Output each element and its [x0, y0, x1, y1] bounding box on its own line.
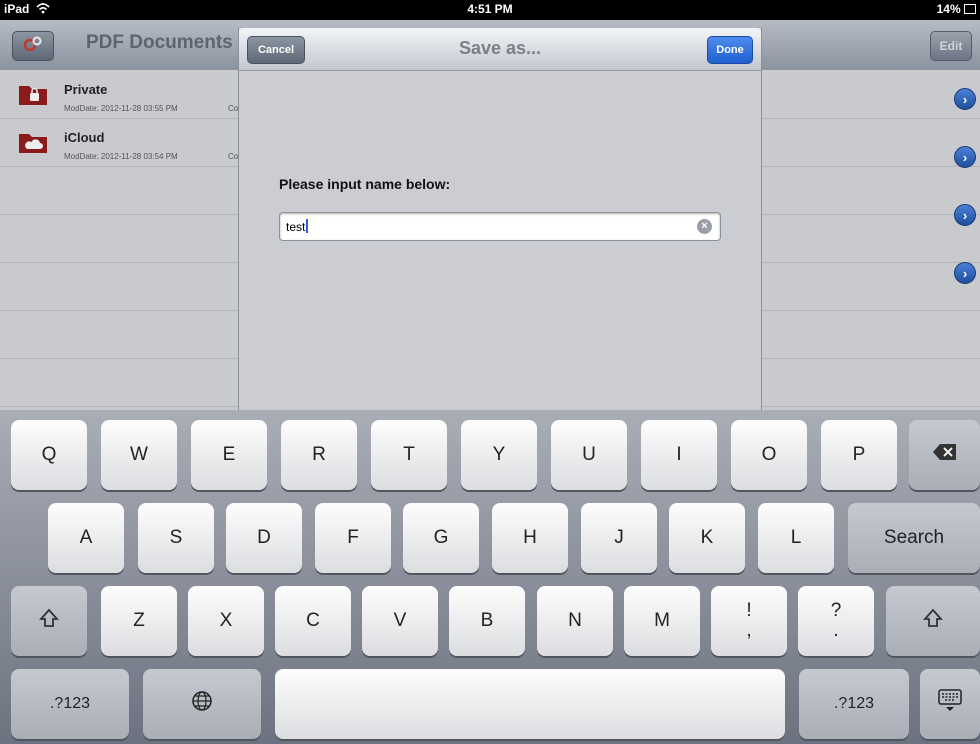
dialog-toolbar: Cancel Save as... Done: [239, 28, 761, 71]
key-k[interactable]: K: [669, 503, 745, 573]
edit-button[interactable]: Edit: [930, 31, 972, 61]
item-date: ModDate: 2012-11-28 03:55 PM: [64, 104, 178, 113]
backspace-key[interactable]: [909, 420, 980, 490]
key-x[interactable]: X: [188, 586, 264, 656]
key-v[interactable]: V: [362, 586, 438, 656]
key-z[interactable]: Z: [101, 586, 177, 656]
key-w[interactable]: W: [101, 420, 177, 490]
save-as-dialog: Cancel Save as... Done Please input name…: [238, 28, 762, 410]
shift-arrow-icon: [922, 608, 944, 634]
gears-icon: [22, 35, 44, 58]
battery-icon: [964, 4, 976, 14]
cloud-folder-icon: [18, 130, 48, 154]
item-extra: Co: [228, 152, 239, 161]
item-name: Private: [64, 82, 108, 97]
battery-percent: 14%: [936, 2, 961, 16]
key-c[interactable]: C: [275, 586, 351, 656]
key-d[interactable]: D: [226, 503, 302, 573]
key-bottom-char: .: [833, 620, 839, 641]
done-button[interactable]: Done: [707, 36, 753, 64]
item-name: iCloud: [64, 130, 105, 145]
key-e[interactable]: E: [191, 420, 267, 490]
key-h[interactable]: H: [492, 503, 568, 573]
key-t[interactable]: T: [371, 420, 447, 490]
globe-key[interactable]: [143, 669, 261, 739]
key-o[interactable]: O: [731, 420, 807, 490]
shift-arrow-icon: [38, 608, 60, 634]
shift-key-right[interactable]: [886, 586, 980, 656]
backspace-icon: [932, 443, 958, 467]
battery-indicator: 14%: [937, 2, 976, 16]
key-m[interactable]: M: [624, 586, 700, 656]
disclosure-arrow-icon[interactable]: ›: [954, 88, 976, 110]
filename-input[interactable]: test ×: [279, 212, 721, 241]
key-exclamation-comma[interactable]: ! ,: [711, 586, 787, 656]
disclosure-arrow-icon[interactable]: ›: [954, 262, 976, 284]
key-j[interactable]: J: [581, 503, 657, 573]
disclosure-arrow-icon[interactable]: ›: [954, 146, 976, 168]
key-a[interactable]: A: [48, 503, 124, 573]
text-caret: [306, 219, 309, 233]
key-s[interactable]: S: [138, 503, 214, 573]
key-b[interactable]: B: [449, 586, 525, 656]
key-g[interactable]: G: [403, 503, 479, 573]
numbers-key-left[interactable]: .?123: [11, 669, 129, 739]
key-n[interactable]: N: [537, 586, 613, 656]
dismiss-keyboard-key[interactable]: [920, 669, 980, 739]
clock: 4:51 PM: [467, 2, 513, 16]
item-date: ModDate: 2012-11-28 03:54 PM: [64, 152, 178, 161]
dialog-title: Save as...: [458, 38, 542, 58]
status-bar: iPad 4:51 PM 14%: [0, 0, 980, 20]
key-l[interactable]: L: [758, 503, 834, 573]
item-extra: Co: [228, 104, 239, 113]
space-bar[interactable]: [275, 669, 785, 739]
key-f[interactable]: F: [315, 503, 391, 573]
key-q[interactable]: Q: [11, 420, 87, 490]
key-r[interactable]: R: [281, 420, 357, 490]
globe-icon: [191, 690, 213, 718]
name-prompt-label: Please input name below:: [279, 176, 451, 192]
disclosure-arrow-icon[interactable]: ›: [954, 204, 976, 226]
numbers-key-right[interactable]: .?123: [799, 669, 909, 739]
clear-text-icon[interactable]: ×: [697, 219, 712, 234]
keyboard-dismiss-icon: [937, 688, 963, 720]
key-top-char: ?: [830, 600, 842, 621]
key-top-char: !: [746, 600, 752, 621]
page-title: PDF Documents: [86, 32, 233, 53]
key-y[interactable]: Y: [461, 420, 537, 490]
key-question-period[interactable]: ? .: [798, 586, 874, 656]
key-p[interactable]: P: [821, 420, 897, 490]
filename-input-value: test: [286, 220, 306, 234]
settings-button[interactable]: [12, 31, 54, 61]
key-u[interactable]: U: [551, 420, 627, 490]
search-key[interactable]: Search: [848, 503, 980, 573]
shift-key-left[interactable]: [11, 586, 87, 656]
key-bottom-char: ,: [746, 620, 752, 641]
onscreen-keyboard: Q W E R T Y U I O P A S D F G H J K L Se…: [0, 410, 980, 744]
key-i[interactable]: I: [641, 420, 717, 490]
locked-folder-icon: [18, 82, 48, 106]
